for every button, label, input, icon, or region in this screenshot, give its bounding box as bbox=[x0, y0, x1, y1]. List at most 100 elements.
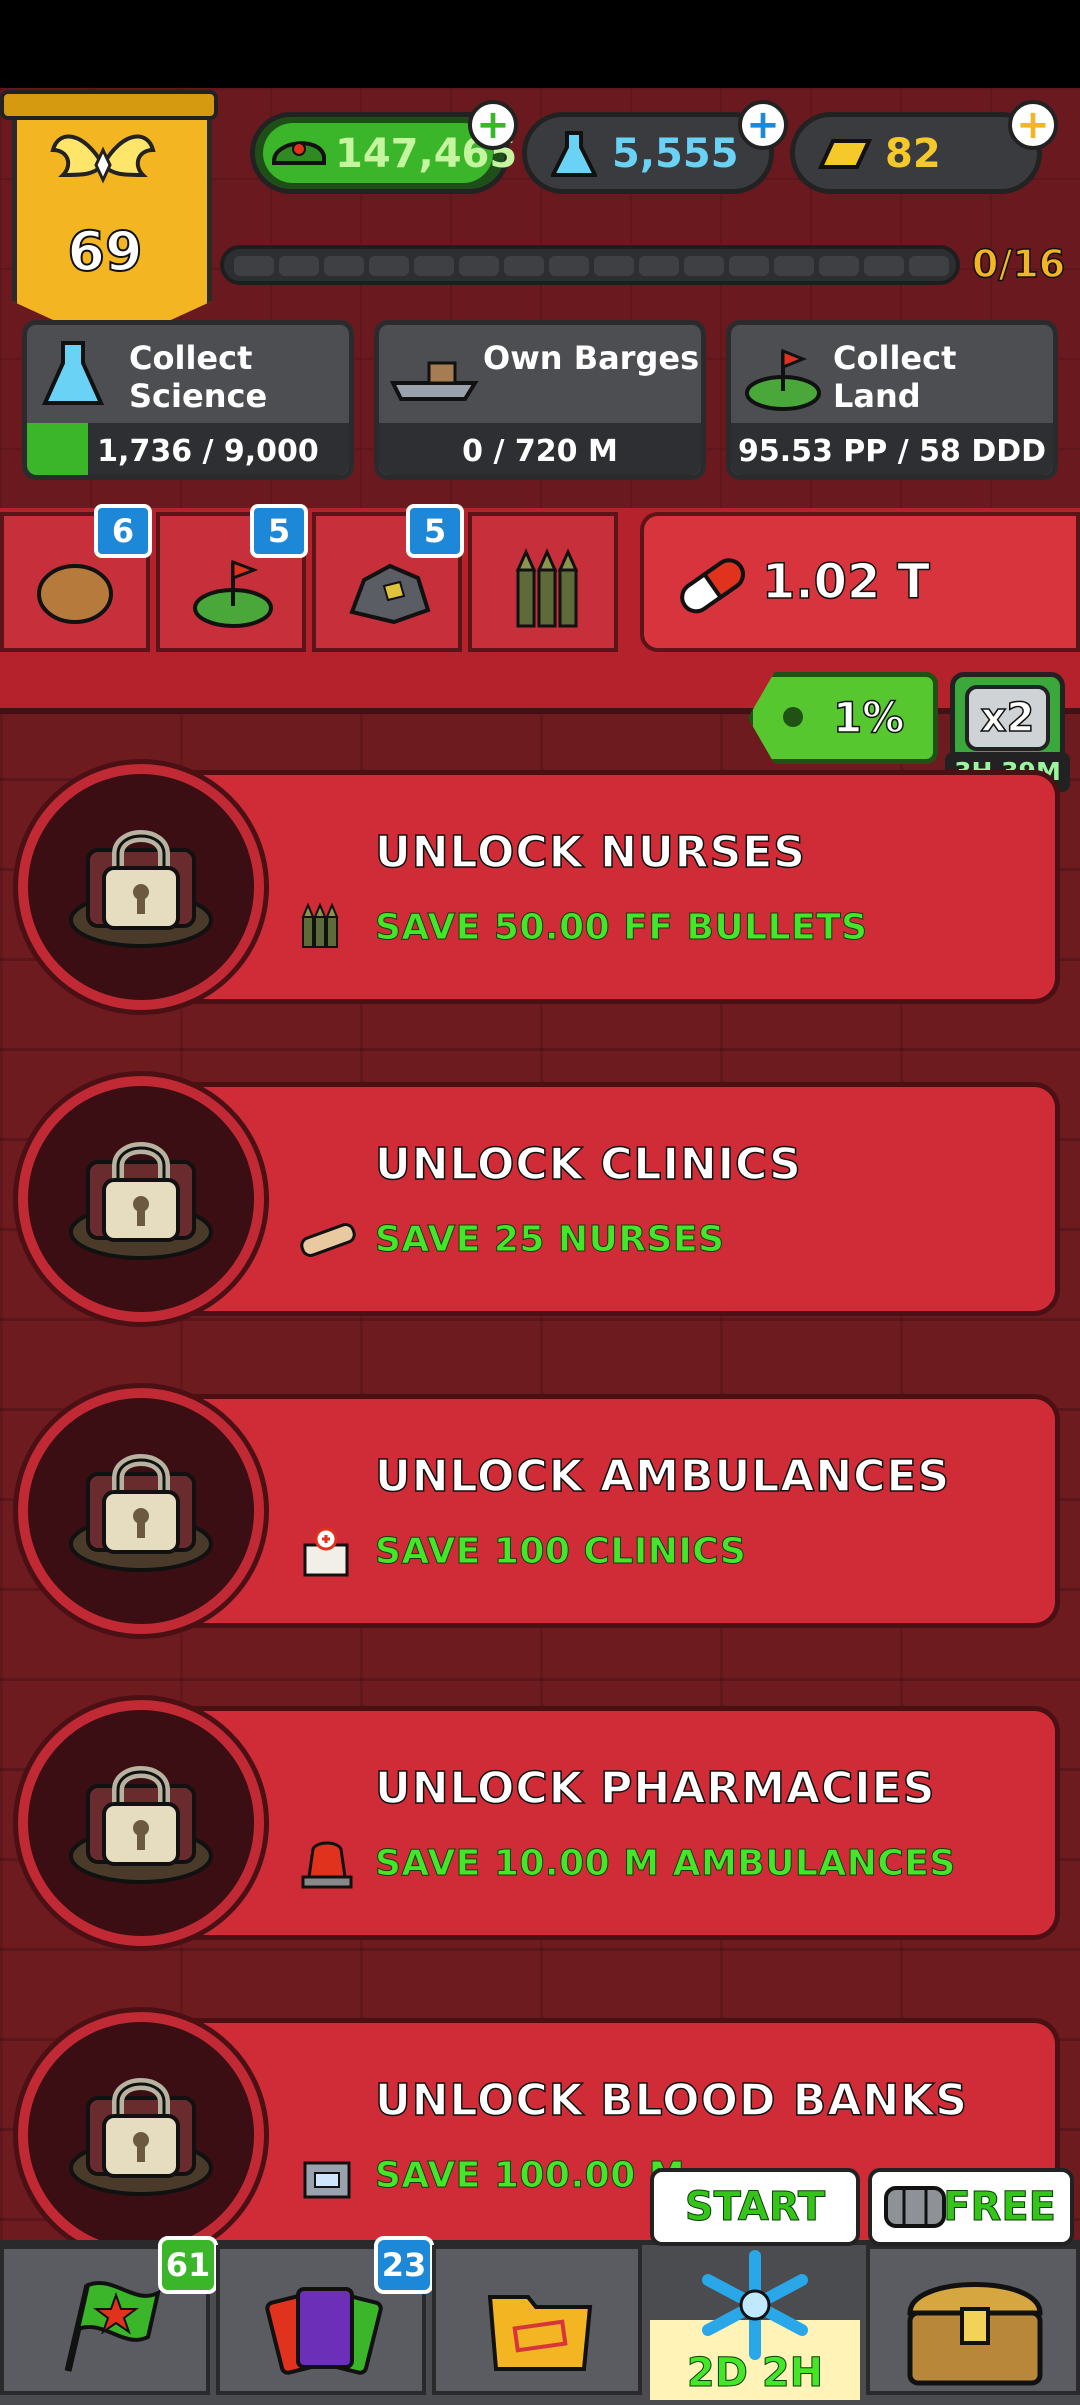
goal-title: Collect Land bbox=[833, 339, 957, 415]
siren-icon bbox=[301, 1841, 353, 1889]
bandage-icon bbox=[300, 1223, 356, 1257]
padlock-icon bbox=[102, 1142, 180, 1242]
goal-collect-land[interactable]: Collect Land 95.53 PP / 58 DDD bbox=[726, 320, 1058, 480]
padlock-icon bbox=[102, 1766, 180, 1866]
padlock-icon bbox=[102, 2078, 180, 2178]
level-progress-text: 0/16 bbox=[971, 241, 1066, 287]
progress-segment bbox=[504, 256, 544, 276]
category-badge: 5 bbox=[406, 504, 464, 558]
progress-segment bbox=[639, 256, 679, 276]
snowflake-icon bbox=[702, 2250, 808, 2360]
goal-value: 1,736 / 9,000 bbox=[97, 434, 319, 469]
clinic-icon bbox=[303, 1527, 349, 1577]
unlock-row[interactable]: UNLOCK NURSES SAVE 50.00 FF BULLETS bbox=[150, 770, 1060, 1004]
category-tab-bullets[interactable] bbox=[468, 512, 618, 652]
gold-counter[interactable]: 82 bbox=[790, 112, 1042, 194]
unlock-item-badge bbox=[13, 2007, 269, 2263]
pharmacy-icon bbox=[303, 2161, 351, 2199]
add-gold-button[interactable]: + bbox=[1008, 100, 1058, 150]
army-cap-icon bbox=[272, 141, 326, 165]
unlock-item-badge bbox=[13, 1695, 269, 1951]
barge-icon bbox=[389, 361, 479, 401]
unlock-requirement: SAVE 100 CLINICS bbox=[374, 1531, 747, 1573]
unlock-row[interactable]: UNLOCK AMBULANCES SAVE 100 CLINICS bbox=[150, 1394, 1060, 1628]
ore-rock-icon bbox=[349, 563, 431, 625]
progress-segment bbox=[909, 256, 949, 276]
status-bar bbox=[0, 0, 1080, 88]
unlock-item-badge bbox=[13, 1383, 269, 1639]
land-flag-icon bbox=[745, 348, 821, 411]
unlock-requirement: SAVE 25 NURSES bbox=[375, 1219, 725, 1261]
cards-badge: 23 bbox=[374, 2236, 434, 2294]
bullets-icon bbox=[515, 548, 579, 628]
unlock-title: UNLOCK PHARMACIES bbox=[374, 1762, 936, 1815]
goal-title-line2: Science bbox=[129, 377, 268, 415]
unlock-item-badge bbox=[13, 1071, 269, 1327]
category-badge: 5 bbox=[250, 504, 308, 558]
winged-emblem-icon bbox=[50, 134, 156, 184]
progress-segment bbox=[864, 256, 904, 276]
goal-title-line1: Collect bbox=[129, 339, 253, 377]
progress-segment bbox=[774, 256, 814, 276]
pill-icon bbox=[680, 558, 745, 614]
resource-amount: 1.02 T bbox=[761, 553, 930, 611]
unlock-requirement: SAVE 100.00 M bbox=[374, 2155, 686, 2197]
progress-segment bbox=[279, 256, 319, 276]
event-timer: 2D 2H bbox=[686, 2350, 824, 2397]
boost-percent-tag[interactable]: 1% bbox=[748, 672, 938, 764]
progress-segment bbox=[324, 256, 364, 276]
treasure-chest-icon bbox=[907, 2282, 1043, 2386]
padlock-icon bbox=[102, 1454, 180, 1554]
add-cash-button[interactable]: + bbox=[468, 100, 518, 150]
bullets-icon bbox=[301, 902, 339, 948]
goal-own-barges[interactable]: Own Barges 0 / 720 M bbox=[374, 320, 706, 480]
resource-display: 1.02 T bbox=[640, 512, 1080, 652]
unlock-row[interactable]: UNLOCK PHARMACIES SAVE 10.00 M AMBULANCES bbox=[150, 1706, 1060, 1940]
padlock-icon bbox=[102, 830, 180, 930]
chest-button[interactable] bbox=[866, 2245, 1080, 2395]
banner-rod bbox=[0, 90, 218, 120]
unlock-title: UNLOCK CLINICS bbox=[374, 1138, 802, 1191]
missions-badge: 61 bbox=[158, 2236, 218, 2294]
progress-segment bbox=[234, 256, 274, 276]
progress-segment bbox=[459, 256, 499, 276]
gold-value: 82 bbox=[885, 131, 941, 177]
unlock-title: UNLOCK NURSES bbox=[374, 826, 806, 879]
science-value: 5,555 bbox=[612, 131, 739, 177]
event-start-label: START bbox=[650, 2168, 860, 2246]
flask-icon bbox=[41, 341, 105, 405]
flask-icon bbox=[551, 131, 597, 177]
goal-collect-science[interactable]: Collect Science 1,736 / 9,000 bbox=[22, 320, 354, 480]
folder-icon bbox=[487, 2295, 593, 2371]
unlock-requirement: SAVE 50.00 FF BULLETS bbox=[375, 907, 868, 949]
player-level: 69 bbox=[66, 219, 143, 284]
tag-hole bbox=[783, 707, 803, 727]
level-progress-bar bbox=[220, 245, 960, 285]
progress-segment bbox=[549, 256, 589, 276]
unlock-title: UNLOCK BLOOD BANKS bbox=[374, 2074, 968, 2127]
add-science-button[interactable]: + bbox=[738, 100, 788, 150]
progress-segment bbox=[414, 256, 454, 276]
science-counter[interactable]: 5,555 bbox=[522, 112, 774, 194]
crate-icon bbox=[884, 2186, 946, 2228]
category-badge: 6 bbox=[94, 504, 152, 558]
unlock-item-badge bbox=[13, 759, 269, 1015]
gold-bar-icon bbox=[817, 139, 873, 169]
progress-segment bbox=[594, 256, 634, 276]
goal-title: Own Barges bbox=[483, 339, 700, 377]
multiplier-label: x2 bbox=[965, 685, 1050, 751]
multiplier-button[interactable]: x2 bbox=[950, 672, 1065, 764]
files-button[interactable] bbox=[432, 2245, 642, 2395]
goal-value: 0 / 720 M bbox=[462, 434, 618, 469]
progress-segment bbox=[819, 256, 859, 276]
cards-icon bbox=[265, 2287, 383, 2375]
star-flag-icon bbox=[64, 2281, 161, 2372]
unlock-requirement: SAVE 10.00 M AMBULANCES bbox=[375, 1843, 956, 1885]
goal-value: 95.53 PP / 58 DDD bbox=[737, 434, 1047, 469]
progress-segment bbox=[369, 256, 409, 276]
unlock-row[interactable]: UNLOCK CLINICS SAVE 25 NURSES bbox=[150, 1082, 1060, 1316]
boost-percent: 1% bbox=[832, 692, 905, 743]
unlock-title: UNLOCK AMBULANCES bbox=[374, 1450, 951, 1503]
potato-icon bbox=[37, 564, 113, 624]
land-flag-icon bbox=[193, 559, 273, 628]
